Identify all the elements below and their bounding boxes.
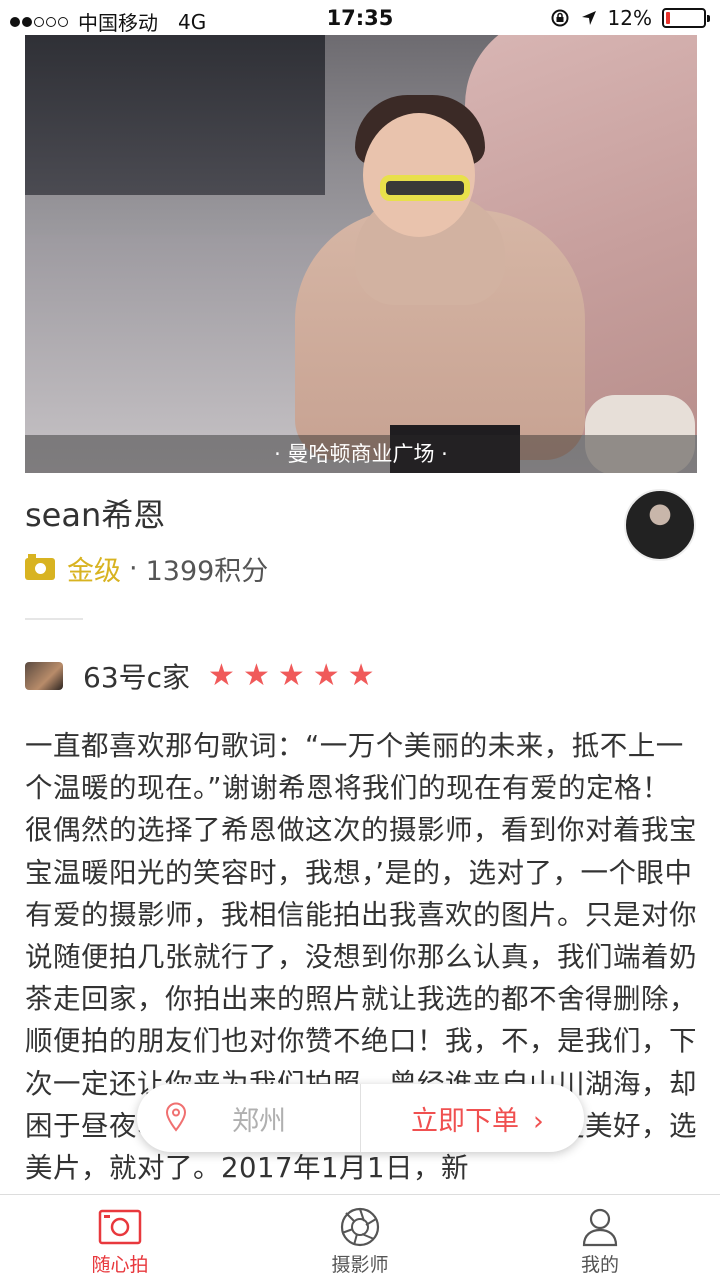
tab-label: 摄影师 [331,1254,389,1276]
divider [25,618,83,620]
photo-child-sunglasses [380,175,470,201]
star-icon: ★ [312,658,340,693]
reviewer-name: 63号c家 [83,661,191,694]
order-bar-divider [360,1084,361,1152]
level-separator: · [129,553,138,584]
city-selector[interactable]: 郑州 [232,1099,286,1138]
user-icon [582,1208,618,1247]
order-bar: 郑州 立即下单 › [137,1084,584,1152]
photographer-name: sean希恩 [25,496,166,534]
battery-percent: 12% [607,6,652,30]
points-count: 1399积分 [145,556,269,587]
star-icon: ★ [347,658,375,693]
battery-fill [666,12,670,24]
order-now-button[interactable]: 立即下单 › [411,1099,544,1138]
status-right: 12% [550,6,710,30]
photographer-avatar[interactable] [624,489,696,561]
tab-me[interactable]: 我的 [480,1195,720,1280]
photographer-level-row: 金级 · 1399积分 [25,549,268,588]
location-arrow-icon [581,11,596,25]
tab-label: 随心拍 [91,1254,149,1276]
rotation-lock-icon [551,9,569,27]
hero-photo[interactable]: · 曼哈顿商业广场 · [25,35,697,473]
tab-bar: 随心拍 摄影师 我的 [0,1194,720,1280]
location-caption: · 曼哈顿商业广场 · [25,435,697,473]
photo-background-building [25,35,325,195]
camera-level-icon [25,553,55,580]
tab-photographers[interactable]: 摄影师 [240,1195,480,1280]
review-header: 63号c家 ★ ★ ★ ★ ★ [25,656,375,696]
order-now-label: 立即下单 [411,1106,519,1137]
chevron-right-icon: › [533,1106,544,1137]
level-badge: 金级 [67,556,121,587]
star-icon: ★ [242,658,270,693]
aperture-icon [340,1207,380,1247]
star-icon: ★ [208,658,235,693]
status-bar: 中国移动 4G 17:35 12% [0,0,720,38]
tab-label: 我的 [580,1254,619,1276]
camera-icon [98,1209,142,1245]
tab-casual-shoot[interactable]: 随心拍 [0,1195,240,1280]
location-pin-icon [165,1102,187,1132]
star-icon: ★ [277,658,305,693]
battery-icon [662,8,710,28]
reviewer-avatar [25,662,63,690]
rating-stars: ★ ★ ★ ★ ★ [208,661,375,691]
